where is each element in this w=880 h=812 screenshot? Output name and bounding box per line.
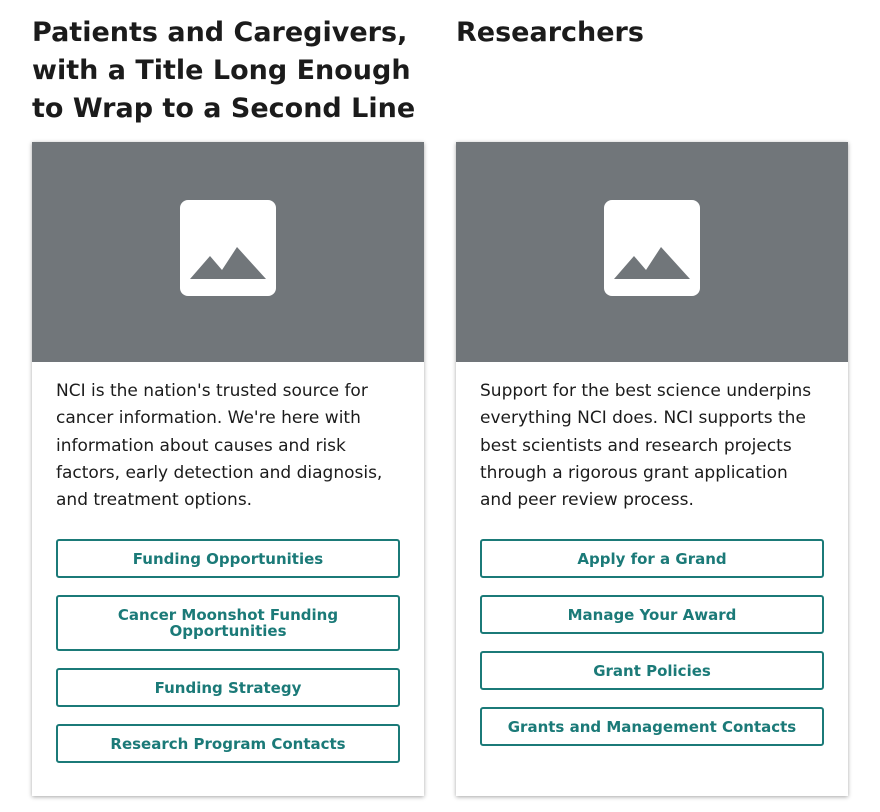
apply-for-a-grand-button[interactable]: Apply for a Grand bbox=[480, 539, 824, 578]
research-program-contacts-button[interactable]: Research Program Contacts bbox=[56, 724, 400, 763]
card-body: Support for the best science underpins e… bbox=[480, 378, 824, 514]
manage-your-award-button[interactable]: Manage Your Award bbox=[480, 595, 824, 634]
button-list: Apply for a Grand Manage Your Award Gran… bbox=[480, 539, 824, 763]
card-description: Support for the best science underpins e… bbox=[480, 381, 812, 511]
card: NCI is the nation's trusted source for c… bbox=[32, 142, 424, 796]
image-placeholder-icon bbox=[180, 200, 276, 296]
card: Support for the best science underpins e… bbox=[456, 142, 848, 796]
funding-strategy-button[interactable]: Funding Strategy bbox=[56, 668, 400, 707]
button-list: Funding Opportunities Cancer Moonshot Fu… bbox=[56, 539, 400, 780]
grants-and-management-contacts-button[interactable]: Grants and Management Contacts bbox=[480, 707, 824, 746]
column-title: Researchers bbox=[456, 17, 644, 48]
cancer-moonshot-funding-opportunities-button[interactable]: Cancer Moonshot Funding Opportunities bbox=[56, 595, 400, 651]
funding-opportunities-button[interactable]: Funding Opportunities bbox=[56, 539, 400, 578]
card-image bbox=[456, 142, 848, 362]
grant-policies-button[interactable]: Grant Policies bbox=[480, 651, 824, 690]
card-description: NCI is the nation's trusted source for c… bbox=[56, 381, 383, 511]
column-title: Patients and Caregivers, with a Title Lo… bbox=[32, 17, 416, 124]
image-placeholder-icon bbox=[604, 200, 700, 296]
card-body: NCI is the nation's trusted source for c… bbox=[56, 378, 400, 514]
card-image bbox=[32, 142, 424, 362]
